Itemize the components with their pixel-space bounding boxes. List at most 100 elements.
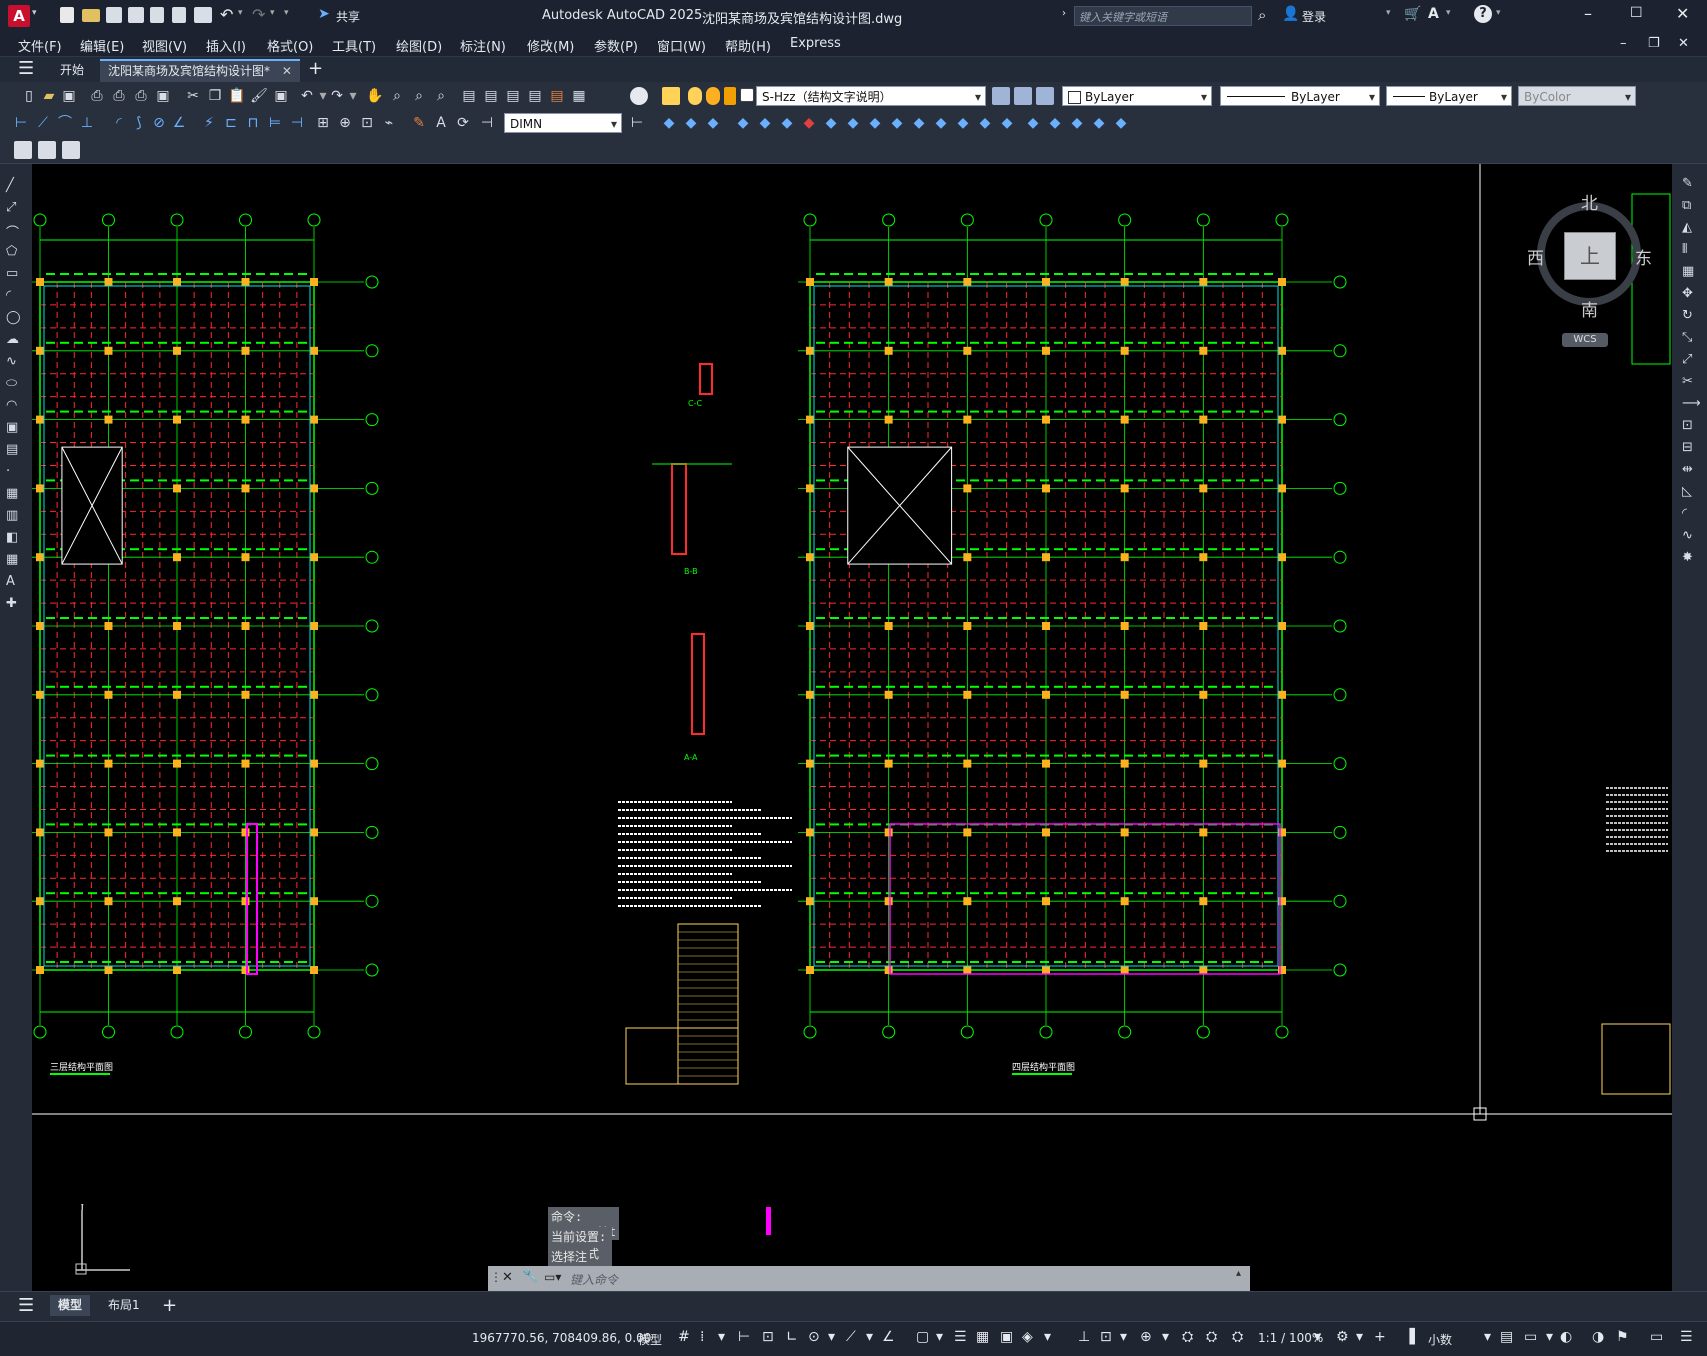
annotation-scale-icon[interactable]: ⛭ [1232,1329,1243,1345]
layer-states-icon[interactable] [1036,87,1054,105]
command-line[interactable]: ⋮ ✕ 🔧 ▭▾ 键入命令 ▴ [488,1266,1250,1291]
move-icon[interactable]: ✥ [1682,286,1693,301]
revcloud-icon[interactable]: ☁ [6,332,19,347]
close-icon[interactable]: ✕ [1676,4,1689,23]
graphics-perf-icon[interactable]: ⚑ [1616,1329,1629,1345]
grid-display-icon[interactable]: # [678,1329,690,1345]
doc-restore-icon[interactable]: ❐ [1648,36,1660,51]
viewcube-top-face[interactable]: 上 [1564,232,1616,280]
search-input[interactable]: 键入关键字或短语 [1074,6,1252,26]
annotation-visibility-icon[interactable]: ⛭ [1182,1329,1193,1345]
command-close-icon[interactable]: ✕ [502,1270,513,1285]
customize-quick-access-icon[interactable]: ▾ [284,8,289,18]
open-file-icon[interactable] [82,9,100,22]
zoom-realtime-icon[interactable]: ⌕ [388,87,406,105]
viewcube-south[interactable]: 南 [1581,296,1598,321]
isolate-objects-icon[interactable]: ◐ [1560,1329,1572,1345]
rotate-icon[interactable]: ↻ [1682,308,1693,323]
ucs-3point-icon[interactable]: ◆ [822,114,840,132]
command-input[interactable]: 键入命令 [570,1271,618,1288]
selection-filter-dd-icon[interactable]: ▾ [1120,1329,1127,1345]
explode-icon[interactable]: ✸ [1682,550,1693,565]
menu-window[interactable]: 窗口(W) [657,36,706,55]
hamburger-icon[interactable]: ☰ [18,58,34,79]
zoom-window-icon[interactable]: ⌕ [410,87,428,105]
save-icon[interactable] [106,7,122,23]
tolerance-icon[interactable]: ⊞ [314,114,332,132]
view-right-icon[interactable]: ◆ [1090,114,1108,132]
break-at-point-icon[interactable]: ⊡ [1682,418,1693,433]
auto-scale-icon[interactable]: ⛭ [1206,1329,1217,1345]
layout-menu-icon[interactable]: ☰ [18,1295,34,1316]
lock-dd-icon[interactable]: ▾ [1546,1329,1553,1345]
workspace-dd-icon[interactable]: ▾ [1356,1329,1363,1345]
view-front-icon[interactable]: ◆ [1112,114,1130,132]
paste-icon[interactable]: 📋 [228,87,246,105]
tab-active-drawing[interactable]: 沈阳某商场及宾馆结构设计图* ✕ [100,59,300,82]
center-mark-icon[interactable]: ⊕ [336,114,354,132]
menu-parametric[interactable]: 参数(P) [594,36,638,55]
qnew-icon[interactable]: ▯ [20,87,38,105]
rectangle-icon[interactable]: ▭ [6,266,18,281]
ucs-object-icon[interactable]: ◆ [734,114,752,132]
gizmo-icon[interactable]: ⊕ [1140,1329,1152,1345]
mirror-icon[interactable]: ◭ [1682,220,1692,235]
maximize-icon[interactable]: ☐ [1630,5,1643,21]
dim-linear-icon[interactable]: ⊢ [12,114,30,132]
pan-icon[interactable]: ✋ [366,87,384,105]
view-left-icon[interactable]: ◆ [1068,114,1086,132]
lineweight-display-icon[interactable]: ☰ [954,1329,967,1345]
fillet-icon[interactable]: ◜ [1682,506,1687,521]
ellipse-arc-icon[interactable]: ◠ [6,398,17,413]
publish-icon[interactable]: ⎙ [132,87,150,105]
isodraft-dd-icon[interactable]: ▾ [866,1329,873,1345]
ucs-view-icon[interactable]: ◆ [756,114,774,132]
blend-icon[interactable]: ∿ [1682,528,1693,543]
menu-tools[interactable]: 工具(T) [332,36,376,55]
visual-style-2d-icon[interactable]: ◆ [932,114,950,132]
ucs-world-icon[interactable]: ◆ [660,114,678,132]
autodesk-app-dropdown-icon[interactable]: ▾ [1446,8,1451,18]
jogged-linear-icon[interactable]: ⌁ [380,114,398,132]
new-file-icon[interactable] [60,7,74,23]
osnap-dd-icon[interactable]: ▾ [936,1329,943,1345]
tool-palettes-icon[interactable]: ▤ [504,87,522,105]
menu-draw[interactable]: 绘图(D) [396,36,442,55]
region-icon[interactable]: ◧ [6,530,18,545]
menu-dimension[interactable]: 标注(N) [460,36,506,55]
chamfer-icon[interactable]: ◺ [1682,484,1692,499]
redo-tb-dd-icon[interactable]: ▾ [344,87,362,105]
polar-dd-icon[interactable]: ▾ [828,1329,835,1345]
polygon-icon[interactable]: ⬠ [6,244,17,259]
redo-dropdown-icon[interactable]: ▾ [270,8,275,18]
circle-icon[interactable]: ◯ [6,310,21,325]
view-bottom-icon[interactable]: ◆ [1046,114,1064,132]
ucs-apply-icon[interactable]: ◆ [910,114,928,132]
annotation-scale-button[interactable]: 1:1 / 100% [1258,1331,1323,1345]
snap-dd-icon[interactable]: ▾ [718,1329,725,1345]
undo-dropdown-icon[interactable]: ▾ [238,8,243,18]
layer-color-swatch-icon[interactable] [740,88,754,102]
scale-icon[interactable]: ⤡ [1682,330,1692,345]
edit-text-icon[interactable] [14,141,32,159]
dim-continue-icon[interactable]: ⊓ [244,114,262,132]
trim-icon[interactable]: ✂ [1682,374,1693,389]
layer-freeze-icon[interactable] [706,87,720,105]
coordinates-readout[interactable]: 1967770.56, 708409.86, 0.00 [472,1331,651,1345]
view-top-icon[interactable]: ◆ [1024,114,1042,132]
add-layout-icon[interactable]: + [162,1295,177,1316]
make-block-icon[interactable]: ▤ [6,442,18,457]
dim-angular-icon[interactable]: ∠ [170,114,188,132]
hardware-accel-icon[interactable]: ◑ [1592,1329,1604,1345]
spline-icon[interactable]: ∿ [6,354,17,369]
dim-break-icon[interactable]: ⊣ [288,114,306,132]
zoom-previous-icon[interactable]: ⌕ [432,87,450,105]
dim-jogged-icon[interactable]: ⟆ [130,114,148,132]
customize-status-icon[interactable]: ☰ [1680,1329,1693,1345]
help-icon[interactable]: ? [1474,5,1492,23]
wcs-button[interactable]: WCS [1562,333,1608,347]
construction-line-icon[interactable]: ⤢ [6,200,16,215]
units-icon[interactable]: ▐ [1404,1329,1415,1345]
color-dropdown[interactable]: ByLayer [1062,86,1212,107]
search-expand-icon[interactable]: › [1062,8,1066,19]
